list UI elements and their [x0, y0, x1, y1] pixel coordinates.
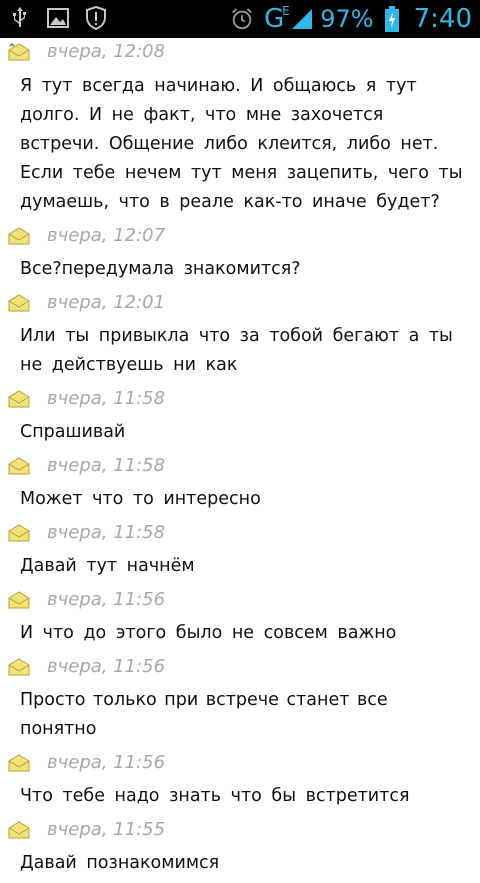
message-header: вчера, 11:56 [0, 749, 480, 779]
message-text: Давай тут начнём [20, 556, 195, 576]
system-icons: GE 97% 7:40 [230, 0, 472, 38]
message-item[interactable]: вчера, 11:55 Давай познакомимся [0, 816, 480, 878]
shield-alert-icon [84, 6, 108, 30]
message-header: вчера, 11:56 [0, 586, 480, 616]
message-list[interactable]: вчера, 12:08 Я тут всегда начинаю. И общ… [0, 38, 480, 883]
status-bar: GE 97% 7:40 [0, 0, 480, 38]
message-time: вчера, 11:55 [47, 819, 166, 840]
message-item[interactable]: вчера, 12:01 Или ты привыкла что за тобо… [0, 289, 480, 380]
message-header: вчера, 12:08 [0, 38, 480, 68]
envelope-icon [8, 658, 30, 676]
envelope-icon [8, 754, 30, 772]
message-header: вчера, 11:58 [0, 385, 480, 415]
battery-percent: 97% [320, 5, 374, 33]
message-header: вчера, 11:56 [0, 653, 480, 683]
message-text: Может что то интересно [20, 489, 261, 509]
envelope-icon [8, 591, 30, 609]
message-item[interactable]: вчера, 11:58 Спрашивай [0, 385, 480, 447]
network-type: GE [264, 4, 290, 34]
message-time: вчера, 11:56 [47, 752, 166, 773]
message-time: вчера, 11:56 [47, 656, 166, 677]
message-item[interactable]: вчера, 12:08 Я тут всегда начинаю. И общ… [0, 38, 480, 217]
message-item[interactable]: вчера, 11:58 Может что то интересно [0, 452, 480, 514]
message-time: вчера, 11:58 [47, 455, 166, 476]
alarm-icon [230, 7, 254, 31]
message-header: вчера, 11:58 [0, 519, 480, 549]
message-text: Что тебе надо знать что бы встретится [20, 786, 410, 806]
envelope-icon [8, 821, 30, 839]
message-time: вчера, 12:08 [47, 41, 166, 62]
envelope-icon [8, 227, 30, 245]
envelope-icon [8, 390, 30, 408]
message-item[interactable]: вчера, 11:56 И что до этого было не совс… [0, 586, 480, 648]
message-time: вчера, 11:58 [47, 522, 166, 543]
message-item[interactable]: вчера, 11:56 Что тебе надо знать что бы … [0, 749, 480, 811]
message-text: Давай познакомимся [20, 853, 220, 873]
envelope-icon [8, 457, 30, 475]
signal-icon [290, 7, 314, 31]
message-header: вчера, 12:01 [0, 289, 480, 319]
message-text: Все?передумала знакомится? [20, 259, 301, 279]
clock: 7:40 [413, 4, 472, 34]
message-item[interactable]: вчера, 12:07 Все?передумала знакомится? [0, 222, 480, 284]
message-text: Или ты привыкла что за тобой бегают а ты… [20, 326, 453, 375]
notification-icons [8, 6, 108, 30]
message-text: И что до этого было не совсем важно [20, 623, 397, 643]
message-text: Я тут всегда начинаю. И общаюсь я тут до… [20, 76, 463, 212]
message-header: вчера, 12:07 [0, 222, 480, 252]
message-header: вчера, 11:55 [0, 816, 480, 846]
message-text: Спрашивай [20, 422, 126, 442]
envelope-icon [8, 43, 30, 61]
envelope-icon [8, 524, 30, 542]
image-icon [46, 6, 70, 30]
envelope-icon [8, 294, 30, 312]
message-header: вчера, 11:58 [0, 452, 480, 482]
message-time: вчера, 11:56 [47, 589, 166, 610]
message-item[interactable]: вчера, 11:56 Просто только при встрече с… [0, 653, 480, 744]
usb-icon [8, 6, 32, 30]
message-text: Просто только при встрече станет все пон… [20, 690, 388, 739]
message-item[interactable]: вчера, 11:58 Давай тут начнём [0, 519, 480, 581]
message-time: вчера, 11:58 [47, 388, 166, 409]
battery-charging-icon [380, 6, 404, 32]
network-sub: E [282, 4, 290, 18]
message-time: вчера, 12:07 [47, 225, 166, 246]
message-time: вчера, 12:01 [47, 292, 166, 313]
